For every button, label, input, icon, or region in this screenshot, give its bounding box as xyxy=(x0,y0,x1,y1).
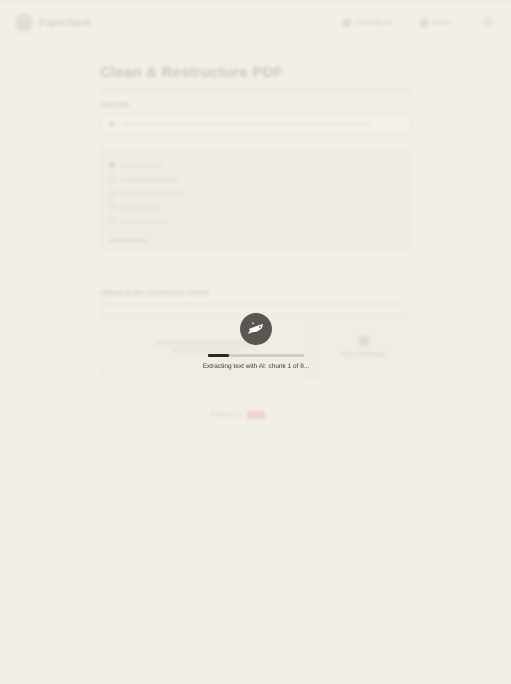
loading-overlay: Extracting text with AI: chunk 1 of 8... xyxy=(0,0,511,684)
status-text: Extracting text with AI: chunk 1 of 8... xyxy=(202,363,310,370)
progress-fill xyxy=(208,354,230,357)
chef-bird-icon xyxy=(240,313,272,345)
chef-bird-icon-svg xyxy=(248,322,263,334)
progress-bar xyxy=(208,354,304,357)
